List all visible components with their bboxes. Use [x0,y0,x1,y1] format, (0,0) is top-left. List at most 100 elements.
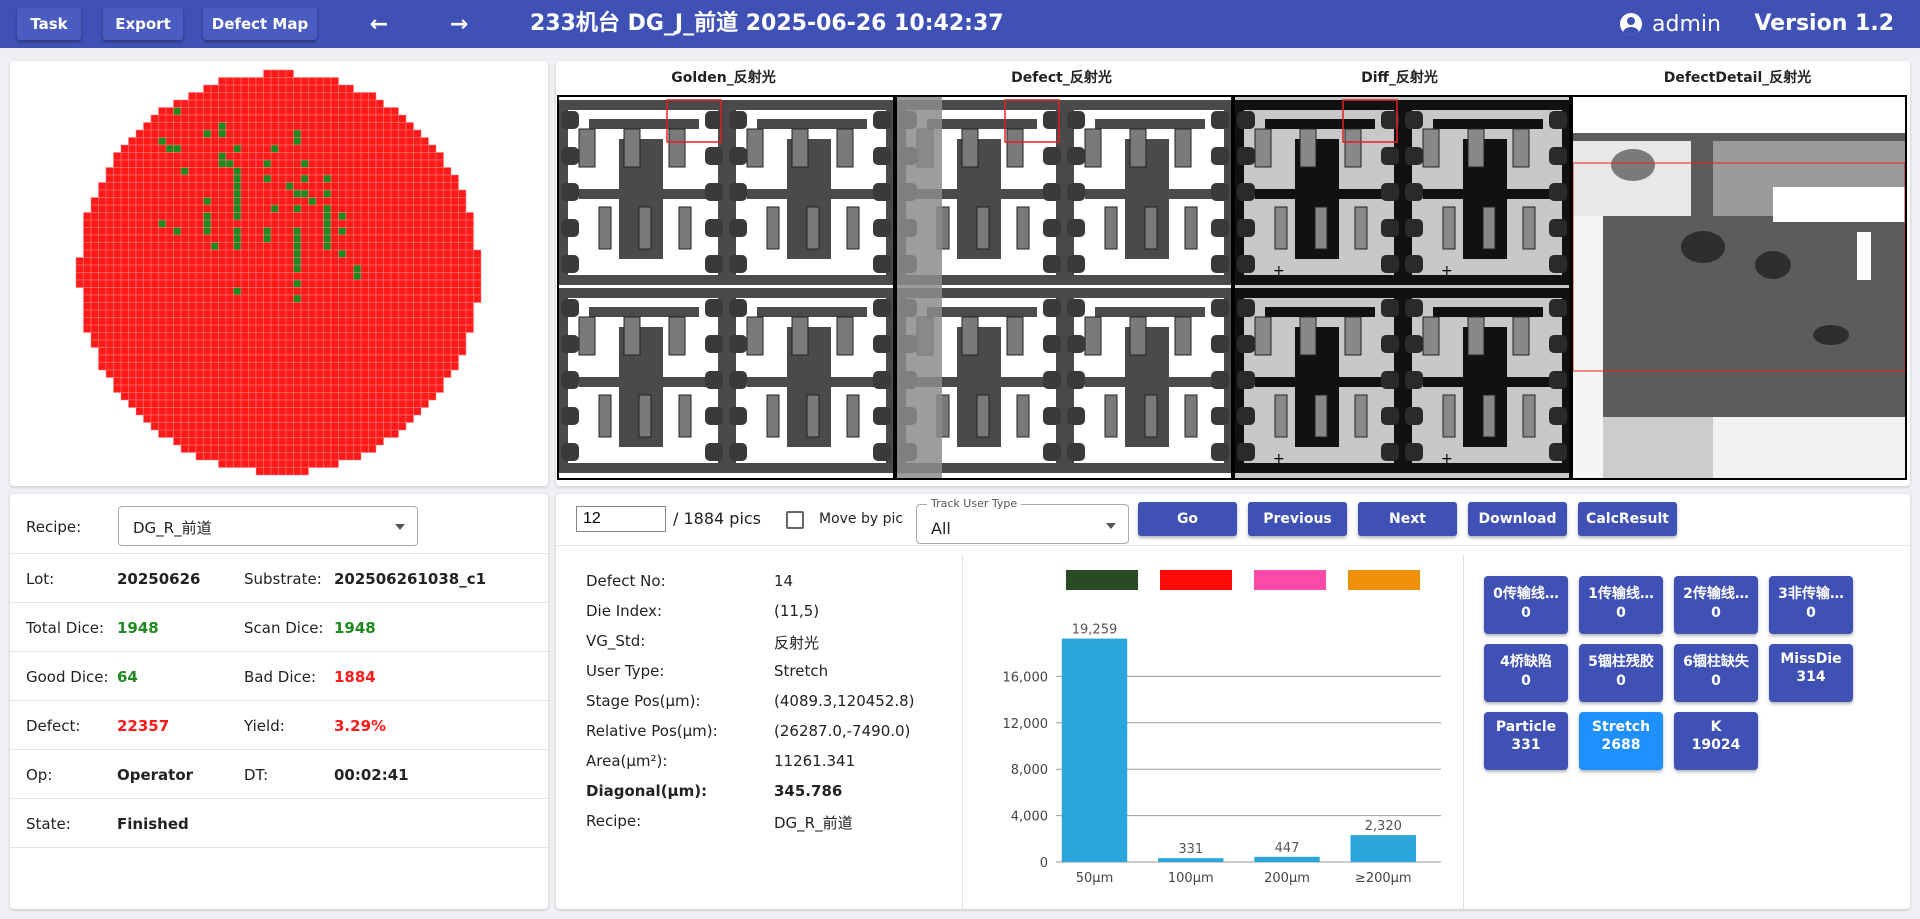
wafer-die[interactable] [473,287,482,296]
wafer-die[interactable] [300,444,309,453]
wafer-die[interactable] [150,362,159,371]
wafer-die[interactable] [203,302,212,311]
wafer-die[interactable] [173,309,182,318]
wafer-die[interactable] [248,234,257,243]
wafer-die[interactable] [158,107,167,116]
wafer-die[interactable] [450,294,459,303]
wafer-die[interactable] [180,272,189,281]
wafer-die[interactable] [420,377,429,386]
wafer-die[interactable] [308,354,317,363]
wafer-die[interactable] [203,107,212,116]
wafer-die[interactable] [203,264,212,273]
wafer-die[interactable] [158,242,167,251]
wafer-die[interactable] [248,257,257,266]
wafer-die[interactable] [233,347,242,356]
wafer-die[interactable] [435,264,444,273]
wafer-die[interactable] [330,167,339,176]
wafer-die[interactable] [270,129,279,138]
wafer-die[interactable] [315,377,324,386]
wafer-die[interactable] [308,317,317,326]
wafer-die[interactable] [98,362,107,371]
wafer-die[interactable] [150,339,159,348]
wafer-die[interactable] [300,437,309,446]
wafer-die[interactable] [165,144,174,153]
wafer-die[interactable] [255,84,264,93]
wafer-die[interactable] [330,227,339,236]
wafer-die[interactable] [420,167,429,176]
wafer-die[interactable] [188,167,197,176]
wafer-die[interactable] [458,242,467,251]
wafer-die[interactable] [173,287,182,296]
wafer-die[interactable] [98,189,107,198]
wafer-die[interactable] [158,347,167,356]
wafer-die[interactable] [353,227,362,236]
wafer-die[interactable] [285,384,294,393]
wafer-die[interactable] [210,167,219,176]
wafer-die[interactable] [368,302,377,311]
wafer-die[interactable] [323,324,332,333]
wafer-die[interactable] [465,219,474,228]
wafer-die[interactable] [165,309,174,318]
wafer-die[interactable] [428,272,437,281]
wafer-die[interactable] [278,159,287,168]
wafer-die[interactable] [225,369,234,378]
wafer-die[interactable] [285,452,294,461]
wafer-die[interactable] [413,144,422,153]
wafer-die[interactable] [368,354,377,363]
wafer-die[interactable] [225,272,234,281]
wafer-die[interactable] [90,294,99,303]
wafer-die[interactable] [195,182,204,191]
wafer-die[interactable] [225,152,234,161]
wafer-die[interactable] [233,264,242,273]
wafer-die[interactable] [465,302,474,311]
wafer-die[interactable] [413,317,422,326]
wafer-die[interactable] [188,137,197,146]
wafer-die[interactable] [285,122,294,131]
wafer-die[interactable] [135,324,144,333]
wafer-die[interactable] [383,332,392,341]
wafer-die[interactable] [353,114,362,123]
wafer-die[interactable] [128,189,137,198]
wafer-die[interactable] [413,204,422,213]
wafer-die[interactable] [105,227,114,236]
wafer-die[interactable] [368,249,377,258]
wafer-die[interactable] [300,84,309,93]
wafer-die[interactable] [450,324,459,333]
wafer-die[interactable] [98,204,107,213]
wafer-die[interactable] [383,264,392,273]
wafer-die[interactable] [345,242,354,251]
wafer-die[interactable] [323,407,332,416]
wafer-die[interactable] [375,159,384,168]
wafer-die[interactable] [323,182,332,191]
wafer-die[interactable] [188,107,197,116]
wafer-die[interactable] [128,354,137,363]
wafer-die[interactable] [405,302,414,311]
wafer-die[interactable] [278,354,287,363]
wafer-die[interactable] [293,122,302,131]
wafer-die[interactable] [368,339,377,348]
wafer-die[interactable] [210,219,219,228]
wafer-die[interactable] [443,167,452,176]
wafer-die[interactable] [300,242,309,251]
wafer-die[interactable] [353,219,362,228]
wafer-die[interactable] [218,137,227,146]
wafer-die[interactable] [248,204,257,213]
wafer-die[interactable] [240,129,249,138]
wafer-die[interactable] [405,242,414,251]
wafer-die[interactable] [300,362,309,371]
wafer-die[interactable] [180,324,189,333]
wafer-die[interactable] [398,152,407,161]
wafer-die[interactable] [270,407,279,416]
wafer-die[interactable] [308,377,317,386]
wafer-die[interactable] [293,152,302,161]
wafer-die[interactable] [120,204,129,213]
wafer-die[interactable] [450,332,459,341]
wafer-die[interactable] [405,362,414,371]
wafer-die[interactable] [315,189,324,198]
wafer-die[interactable] [360,302,369,311]
wafer-die[interactable] [300,332,309,341]
wafer-die[interactable] [278,452,287,461]
wafer-die[interactable] [263,107,272,116]
wafer-die[interactable] [173,227,182,236]
wafer-die[interactable] [225,219,234,228]
